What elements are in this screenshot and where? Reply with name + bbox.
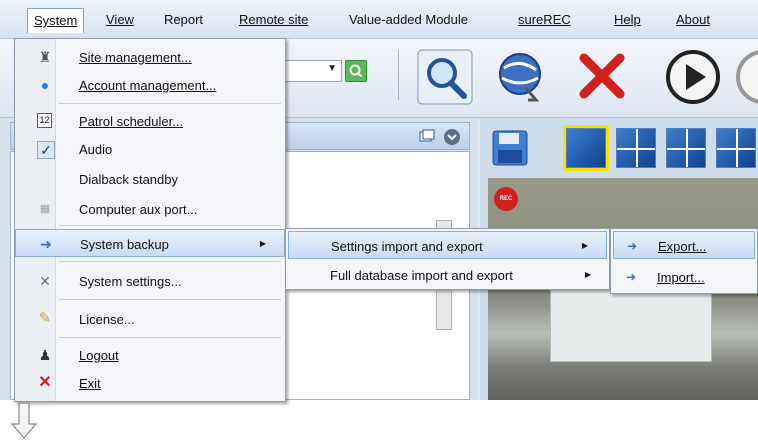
menu-surerec[interactable]: sureREC xyxy=(518,10,571,30)
menu-item-system-settings[interactable]: ✕ System settings... xyxy=(15,267,285,295)
tools-icon: ✕ xyxy=(39,273,51,289)
menu-help[interactable]: Help xyxy=(614,10,641,30)
stop-icon[interactable] xyxy=(734,48,758,106)
remote-connect-icon[interactable] xyxy=(492,48,550,106)
backup-icon: ➜ xyxy=(40,236,52,252)
menu-item-account-management[interactable]: ● Account management... xyxy=(15,71,285,99)
system-menu: ♜ Site management... ● Account managemen… xyxy=(14,38,286,402)
menu-item-dialback-standby[interactable]: Dialback standby xyxy=(15,165,285,193)
menu-item-site-management[interactable]: ♜ Site management... xyxy=(15,43,285,71)
menu-system[interactable]: System xyxy=(27,8,85,33)
rec-badge: REC xyxy=(494,187,518,211)
calendar-icon: 12 xyxy=(37,113,52,128)
menu-item-logout[interactable]: ♟ Logout xyxy=(15,341,285,369)
menu-separator xyxy=(59,225,281,226)
chevron-down-icon: ▼ xyxy=(327,63,337,74)
menu-item-settings-import-export[interactable]: Settings import and export ▶ xyxy=(288,231,607,259)
layout-1-plus-5-button[interactable] xyxy=(666,128,706,168)
menu-view[interactable]: View xyxy=(106,10,134,30)
disconnect-icon[interactable] xyxy=(576,50,628,102)
menu-report[interactable]: Report xyxy=(164,10,203,30)
key-icon: ✎ xyxy=(38,310,52,327)
search-icon xyxy=(349,64,363,78)
check-icon: ✓ xyxy=(37,141,55,159)
menu-remote-site[interactable]: Remote site xyxy=(239,10,308,30)
port-icon: ▦ xyxy=(39,203,51,215)
logout-icon: ♟ xyxy=(38,347,52,363)
submenu-arrow-icon: ▶ xyxy=(259,239,266,248)
menu-about[interactable]: About xyxy=(676,10,710,30)
menu-value-added-module[interactable]: Value-added Module xyxy=(349,10,468,30)
menu-item-full-database-import-export[interactable]: Full database import and export ▶ xyxy=(286,261,609,289)
submenu-arrow-icon: ▶ xyxy=(581,241,588,250)
arrow-down-icon xyxy=(10,402,38,439)
export-icon: ➜ xyxy=(626,239,638,253)
menu-item-import[interactable]: ➜ Import... xyxy=(611,263,757,291)
menu-item-audio[interactable]: ✓ Audio xyxy=(15,135,285,163)
import-icon: ➜ xyxy=(625,270,637,284)
layout-3x3-button[interactable] xyxy=(716,128,756,168)
close-icon: ✕ xyxy=(38,374,52,391)
magnifier-icon[interactable] xyxy=(416,48,474,106)
search-go-button[interactable] xyxy=(345,60,367,82)
save-layout-icon[interactable] xyxy=(490,128,530,168)
submenu-arrow-icon: ▶ xyxy=(584,270,591,279)
menu-separator xyxy=(59,337,281,338)
layout-2x2-button[interactable] xyxy=(616,128,656,168)
menu-bar: System View Report Remote site Value-add… xyxy=(0,0,758,39)
menu-item-export[interactable]: ➜ Export... xyxy=(613,231,755,259)
menu-item-computer-aux-port[interactable]: ▦ Computer aux port... xyxy=(15,195,285,223)
site-icon: ♜ xyxy=(38,49,52,65)
menu-item-patrol-scheduler[interactable]: 12 Patrol scheduler... xyxy=(15,107,285,135)
settings-import-export-submenu: ➜ Export... ➜ Import... xyxy=(610,228,758,294)
menu-separator xyxy=(59,261,281,262)
user-icon: ● xyxy=(40,77,50,93)
play-icon[interactable] xyxy=(664,48,722,106)
layout-1x1-button[interactable] xyxy=(563,125,609,171)
menu-separator xyxy=(59,103,281,104)
menu-item-system-backup[interactable]: ➜ System backup ▶ xyxy=(15,229,285,257)
toolbar-separator xyxy=(398,50,399,100)
menu-item-exit[interactable]: ✕ Exit xyxy=(15,369,285,397)
collapse-icon[interactable] xyxy=(443,128,461,146)
window-icon[interactable] xyxy=(419,129,435,143)
menu-separator xyxy=(59,299,281,300)
menu-item-license[interactable]: ✎ License... xyxy=(15,305,285,333)
system-backup-submenu: Settings import and export ▶ Full databa… xyxy=(285,228,610,290)
